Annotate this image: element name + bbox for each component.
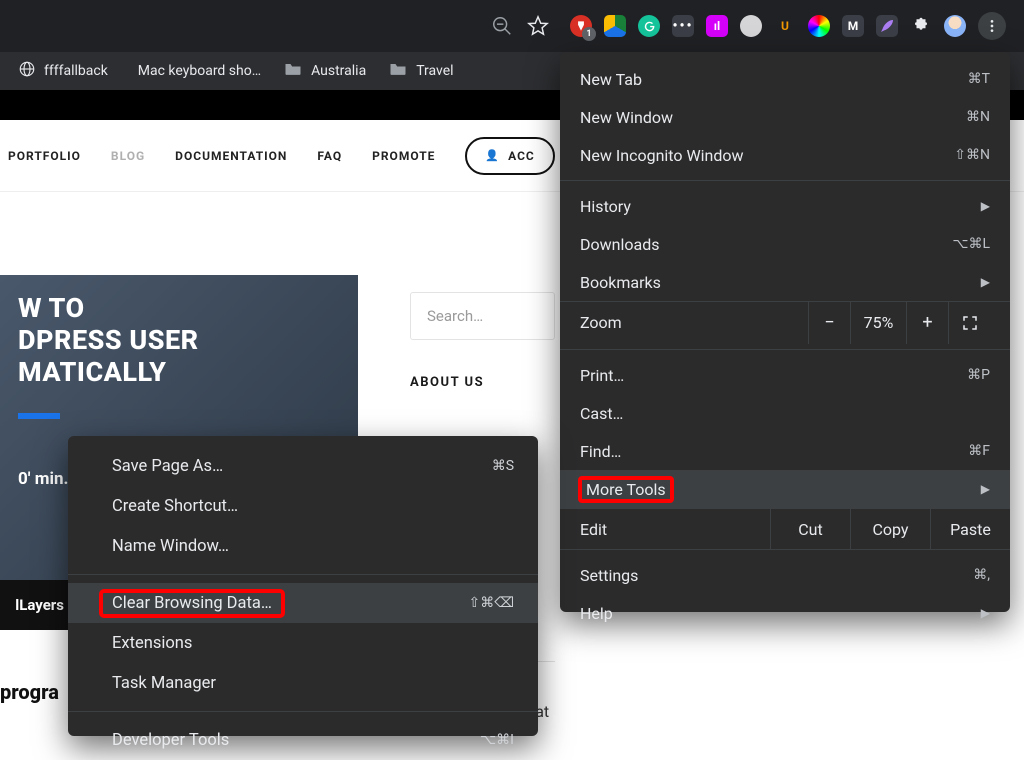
submenu-create-shortcut[interactable]: Create Shortcut… — [68, 486, 538, 526]
user-icon: 👤 — [485, 149, 500, 162]
profile-avatar[interactable] — [944, 15, 966, 37]
search-input[interactable]: Search… — [410, 292, 555, 340]
extensions-puzzle-icon[interactable] — [910, 15, 932, 37]
bookmark-label: Mac keyboard sho… — [138, 63, 261, 79]
feather-extension-icon[interactable] — [876, 15, 898, 37]
nav-blog[interactable]: BLOG — [111, 149, 145, 163]
folder-icon — [388, 59, 408, 83]
zoom-minus-button[interactable]: − — [808, 302, 850, 344]
menu-more-tools[interactable]: More Tools ▶ — [560, 470, 1010, 508]
menu-separator — [68, 711, 538, 712]
menu-settings[interactable]: Settings ⌘, — [560, 556, 1010, 594]
menu-new-window[interactable]: New Window ⌘N — [560, 98, 1010, 136]
hero-title: W TO DPRESS USER MATICALLY — [18, 293, 340, 389]
bookmark-label: ffffallback — [44, 63, 108, 79]
menu-cast[interactable]: Cast… — [560, 394, 1010, 432]
highlight-box: Clear Browsing Data… — [102, 592, 282, 615]
google-drive-extension-icon[interactable] — [604, 15, 626, 37]
hero-section-label: progra — [0, 680, 59, 704]
menu-separator — [68, 574, 538, 575]
bookmark-folder-australia[interactable]: Australia — [283, 59, 366, 83]
zoom-percent: 75% — [850, 302, 906, 344]
menu-downloads[interactable]: Downloads ⌥⌘L — [560, 225, 1010, 263]
submenu-extensions[interactable]: Extensions — [68, 623, 538, 663]
submenu-developer-tools[interactable]: Developer Tools ⌥⌘I — [68, 720, 538, 760]
hero-accent-bar — [18, 413, 60, 419]
nav-documentation[interactable]: DOCUMENTATION — [175, 149, 287, 163]
submenu-name-window[interactable]: Name Window… — [68, 526, 538, 566]
account-button[interactable]: 👤 ACC — [465, 137, 554, 175]
hero-side-tab[interactable]: lLayers — [0, 580, 72, 630]
chevron-right-icon: ▶ — [981, 606, 990, 620]
submenu-clear-browsing-data[interactable]: Clear Browsing Data… ⇧⌘⌫ — [68, 583, 538, 623]
menu-help[interactable]: Help ▶ — [560, 594, 1010, 632]
lastpass-extension-icon[interactable]: ••• — [672, 15, 694, 37]
bookmark-label: Travel — [416, 63, 453, 79]
gmail-extension-icon[interactable]: M — [842, 15, 864, 37]
nav-faq[interactable]: FAQ — [317, 149, 342, 163]
more-tools-submenu: Save Page As… ⌘S Create Shortcut… Name W… — [68, 436, 538, 736]
chrome-main-menu: New Tab ⌘T New Window ⌘N New Incognito W… — [560, 52, 1010, 612]
menu-zoom-label: Zoom — [580, 313, 808, 332]
fullscreen-button[interactable] — [948, 302, 990, 344]
menu-cut-button[interactable]: Cut — [770, 508, 850, 550]
search-placeholder: Search… — [427, 307, 483, 325]
menu-history[interactable]: History ▶ — [560, 187, 1010, 225]
extension-icon-grey[interactable] — [740, 15, 762, 37]
menu-print[interactable]: Print… ⌘P — [560, 356, 1010, 394]
browser-toolbar: 1 ••• ıl U M — [0, 0, 1024, 52]
globe-icon — [18, 60, 36, 82]
chevron-right-icon: ▶ — [981, 482, 990, 496]
bookmark-folder-travel[interactable]: Travel — [388, 59, 453, 83]
bookmark-ffffallback[interactable]: ffffallback — [18, 60, 108, 82]
ubersuggest-extension-icon[interactable]: U — [774, 15, 796, 37]
submenu-save-page-as[interactable]: Save Page As… ⌘S — [68, 446, 538, 486]
highlight-box: More Tools — [580, 478, 672, 501]
menu-edit-row: Edit Cut Copy Paste — [560, 508, 1010, 550]
chrome-menu-button[interactable] — [978, 12, 1006, 40]
zoom-plus-button[interactable]: + — [906, 302, 948, 344]
bookmark-star-icon[interactable] — [524, 12, 552, 40]
adblock-extension-icon[interactable]: 1 — [570, 15, 592, 37]
menu-separator — [560, 180, 1010, 181]
chevron-right-icon: ▶ — [981, 275, 990, 289]
menu-new-tab[interactable]: New Tab ⌘T — [560, 60, 1010, 98]
menu-paste-button[interactable]: Paste — [930, 508, 1010, 550]
chevron-right-icon: ▶ — [981, 199, 990, 213]
nav-promote[interactable]: PROMOTE — [372, 149, 435, 163]
grammarly-extension-icon[interactable] — [638, 15, 660, 37]
account-button-label: ACC — [508, 149, 535, 163]
submenu-task-manager[interactable]: Task Manager — [68, 663, 538, 703]
adblock-badge: 1 — [582, 27, 596, 41]
bookmark-label: Australia — [311, 63, 366, 79]
menu-zoom-row: Zoom − 75% + — [560, 301, 1010, 343]
menu-separator — [560, 349, 1010, 350]
menu-edit-label: Edit — [580, 520, 770, 539]
nav-portfolio[interactable]: PORTFOLIO — [8, 149, 81, 163]
bookmark-mac-keyboard[interactable]: Mac keyboard sho… — [130, 63, 261, 79]
analytics-extension-icon[interactable]: ıl — [706, 15, 728, 37]
zoom-out-icon[interactable] — [488, 12, 516, 40]
about-us-heading: ABOUT US — [410, 375, 484, 390]
colorpicker-extension-icon[interactable] — [808, 15, 830, 37]
menu-new-incognito-window[interactable]: New Incognito Window ⇧⌘N — [560, 136, 1010, 174]
menu-find[interactable]: Find… ⌘F — [560, 432, 1010, 470]
folder-icon — [283, 59, 303, 83]
menu-bookmarks[interactable]: Bookmarks ▶ — [560, 263, 1010, 301]
menu-copy-button[interactable]: Copy — [850, 508, 930, 550]
